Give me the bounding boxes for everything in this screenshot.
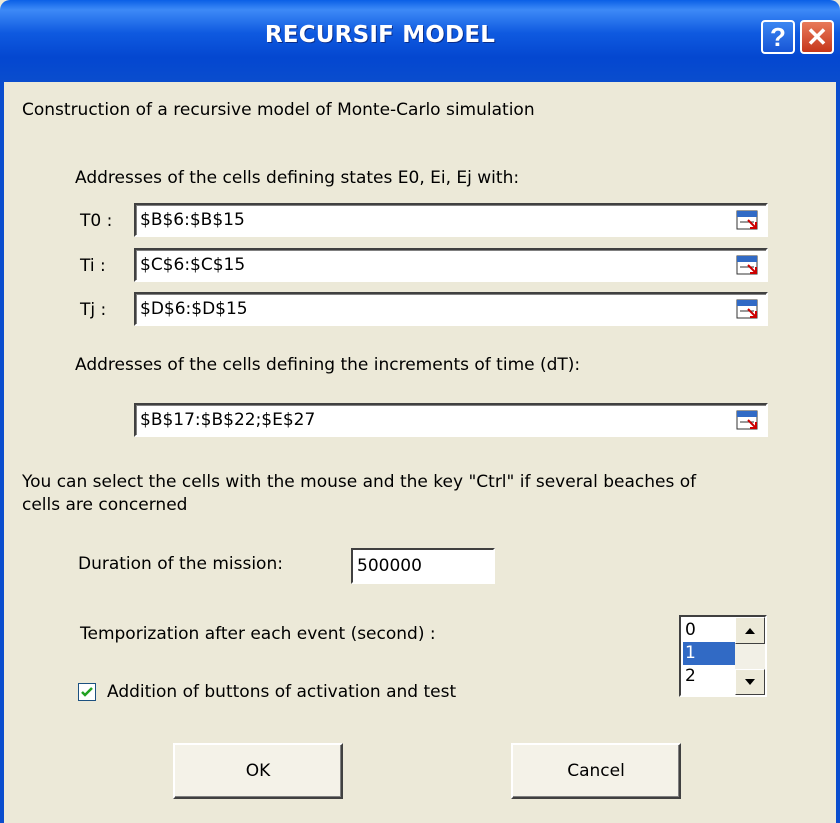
window-title: RECURSIF MODEL: [264, 22, 496, 48]
scroll-up-button[interactable]: [735, 617, 765, 644]
temporization-option[interactable]: 0: [683, 619, 735, 642]
intro-text: Construction of a recursive model of Mon…: [22, 100, 535, 120]
range-select-icon[interactable]: [736, 410, 760, 432]
window-frame: [0, 82, 840, 823]
close-button[interactable]: ✕: [800, 20, 834, 54]
checkmark-icon: [81, 687, 93, 697]
ti-label: Ti :: [80, 256, 106, 276]
arrow-up-icon: [745, 628, 755, 634]
tj-range-input[interactable]: $D$6:$D$15: [134, 292, 768, 326]
ok-button[interactable]: OK: [173, 743, 343, 799]
help-button[interactable]: ?: [761, 20, 795, 54]
states-heading: Addresses of the cells defining states E…: [75, 168, 520, 188]
hint-text-line2: cells are concerned: [22, 495, 188, 515]
cancel-button[interactable]: Cancel: [511, 743, 681, 799]
title-bar: RECURSIF MODEL ? ✕: [0, 0, 840, 82]
increments-range-input[interactable]: $B$17:$B$22;$E$27: [134, 403, 768, 437]
duration-label: Duration of the mission:: [78, 554, 283, 574]
increments-heading: Addresses of the cells defining the incr…: [75, 355, 581, 375]
scroll-track[interactable]: [735, 644, 765, 669]
arrow-down-icon: [745, 679, 755, 685]
hint-text-line1: You can select the cells with the mouse …: [22, 472, 697, 492]
duration-value: 500000: [357, 556, 422, 576]
t0-label: T0 :: [80, 211, 113, 231]
ti-range-value: $C$6:$C$15: [140, 255, 246, 275]
add-buttons-label: Addition of buttons of activation and te…: [107, 682, 457, 702]
tj-label: Tj :: [80, 300, 107, 320]
t0-range-input[interactable]: $B$6:$B$15: [134, 203, 768, 237]
temporization-listbox[interactable]: 0 1 2: [679, 615, 767, 697]
scroll-down-button[interactable]: [735, 669, 765, 695]
range-select-icon[interactable]: [736, 255, 760, 277]
add-buttons-checkbox[interactable]: [78, 683, 96, 701]
temporization-label: Temporization after each event (second) …: [80, 624, 436, 644]
t0-range-value: $B$6:$B$15: [140, 210, 245, 230]
range-select-icon[interactable]: [736, 210, 760, 232]
tj-range-value: $D$6:$D$15: [140, 299, 248, 319]
temporization-option-selected[interactable]: 1: [683, 642, 735, 665]
temporization-option[interactable]: 2: [683, 665, 735, 688]
duration-input[interactable]: 500000: [351, 548, 495, 584]
increments-range-value: $B$17:$B$22;$E$27: [140, 410, 316, 430]
range-select-icon[interactable]: [736, 299, 760, 321]
ti-range-input[interactable]: $C$6:$C$15: [134, 248, 768, 282]
